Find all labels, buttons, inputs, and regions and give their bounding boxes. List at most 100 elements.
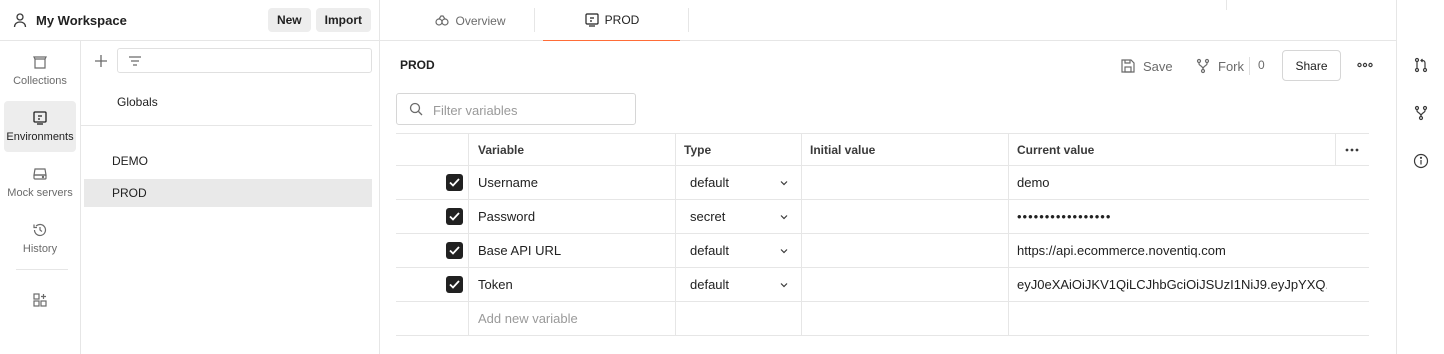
collections-icon [32,54,48,70]
rail-label-history: History [22,243,58,255]
variable-type-select[interactable]: default [690,268,801,301]
fork-icon[interactable] [1413,105,1429,121]
rail-divider [16,269,68,270]
fork-count[interactable]: 0 [1258,58,1265,72]
variable-type-select[interactable]: secret [690,200,801,233]
checkbox-checked-icon [446,276,463,293]
fork-icon [1195,58,1211,74]
environment-list-panel: Globals DEMO PROD [81,41,380,354]
rail-item-environments[interactable]: Environments [4,101,76,152]
plus-icon[interactable] [93,53,109,69]
tab-label: PROD [604,13,640,27]
pull-request-icon[interactable] [1413,57,1429,73]
table-row: Base API URL default https://api.ecommer… [396,234,1369,268]
variable-type-select[interactable]: default [690,234,801,267]
save-icon [1120,58,1136,74]
column-header-current-value: Current value [1017,142,1095,157]
chevron-down-icon [779,280,789,290]
environments-icon [32,110,48,126]
rail-item-history[interactable]: History [4,213,76,264]
mock-servers-icon [32,166,48,182]
variable-enabled-checkbox[interactable] [446,268,463,301]
variable-name[interactable]: Username [478,166,538,199]
rail-label-environments: Environments [6,131,74,143]
variable-enabled-checkbox[interactable] [446,166,463,199]
column-header-initial-value: Initial value [810,142,876,157]
filter-variables-input[interactable] [433,100,623,120]
search-icon [409,102,423,116]
table-row: Username default demo [396,166,1369,200]
table-header-row: Variable Type Initial value Current valu… [396,133,1369,166]
variable-type-value: secret [690,209,726,224]
env-item-label: PROD [112,186,147,200]
fork-button[interactable]: Fork [1195,55,1244,77]
save-button[interactable]: Save [1120,55,1173,77]
checkbox-checked-icon [446,208,463,225]
variable-enabled-checkbox[interactable] [446,200,463,233]
env-list-toolbar [81,41,380,81]
tab-divider [1226,0,1227,10]
chevron-down-icon [779,178,789,188]
env-filter-input[interactable] [117,48,372,73]
filter-icon [128,54,142,68]
fork-divider [1249,57,1250,75]
variable-current-value[interactable]: eyJ0eXAiOiJKV1QiLCJhbGciOiJSUzI1NiJ9.eyJ… [1017,268,1327,301]
tab-divider [534,8,535,32]
filter-variables-field[interactable] [396,93,636,125]
variable-enabled-checkbox[interactable] [446,234,463,267]
history-icon [32,222,48,238]
workspace-title[interactable]: My Workspace [36,13,263,28]
rail-label-mock-servers: Mock servers [7,187,73,199]
user-icon [12,12,28,28]
share-button[interactable]: Share [1282,50,1341,81]
column-header-type: Type [684,142,712,157]
environment-title[interactable]: PROD [400,58,435,72]
left-rail: Collections Environments Mock servers Hi… [0,41,81,354]
fork-label: Fork [1218,58,1244,74]
checkbox-checked-icon [446,242,463,259]
globals-item[interactable]: Globals [117,95,158,109]
variable-type-value: default [690,243,730,258]
add-variable-row: Add new variable [396,302,1369,336]
table-row: Token default eyJ0eXAiOiJKV1QiLCJhbGciOi… [396,268,1369,302]
variable-type-value: default [690,175,730,190]
env-item-prod[interactable]: PROD [84,179,372,207]
save-label: Save [1143,58,1173,74]
rail-label-collections: Collections [13,75,67,87]
variables-table: Variable Type Initial value Current valu… [396,133,1369,336]
right-sidebar [1396,0,1444,354]
tab-divider [688,8,689,32]
chevron-down-icon [779,212,789,222]
variable-type-value: default [690,277,730,292]
more-options-icon[interactable] [1356,56,1374,74]
import-button[interactable]: Import [315,8,371,32]
env-list-divider [81,125,372,126]
add-apps-icon[interactable] [32,292,48,308]
workspace-header: My Workspace New Import [0,0,380,41]
rail-item-mock-servers[interactable]: Mock servers [4,157,76,208]
info-icon[interactable] [1413,153,1429,169]
tab-overview[interactable]: Overview [400,0,540,41]
rail-item-collections[interactable]: Collections [4,45,76,96]
variable-name[interactable]: Base API URL [478,234,561,267]
variable-current-value[interactable]: demo [1017,166,1050,199]
tab-bar: Overview PROD [380,0,1396,41]
variable-name[interactable]: Password [478,200,535,233]
variable-name[interactable]: Token [478,268,513,301]
column-header-variable: Variable [478,142,525,157]
chevron-down-icon [779,246,789,256]
variable-current-value[interactable]: ••••••••••••••••• [1017,200,1111,233]
env-item-demo[interactable]: DEMO [84,147,372,175]
variable-type-select[interactable]: default [690,166,801,199]
env-item-label: DEMO [112,154,148,168]
environment-icon [584,12,600,28]
tab-prod[interactable]: PROD [543,0,680,41]
add-new-variable-input[interactable]: Add new variable [478,302,578,335]
overview-icon [434,13,450,29]
variable-current-value[interactable]: https://api.ecommerce.noventiq.com [1017,234,1226,267]
tab-label: Overview [455,13,506,28]
table-more-icon[interactable] [1343,134,1361,165]
table-row: Password secret ••••••••••••••••• [396,200,1369,234]
environment-editor: PROD Save Fork 0 Share Variable Type Ini [380,41,1396,354]
new-button[interactable]: New [267,8,311,32]
